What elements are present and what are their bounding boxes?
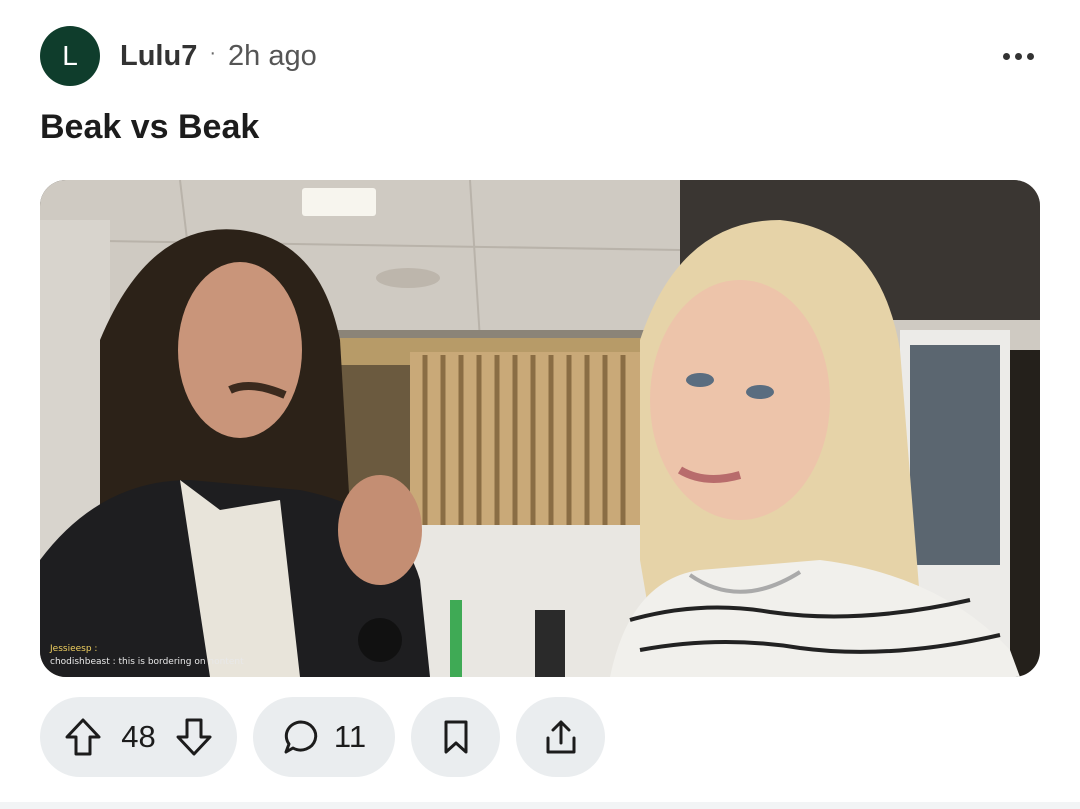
comment-bubble-icon (282, 718, 320, 756)
bookmark-icon (441, 719, 471, 755)
downvote-arrow-icon[interactable] (175, 717, 213, 757)
share-icon (543, 718, 579, 756)
post-time: 2h ago (228, 39, 317, 72)
author-name[interactable]: Lulu7 (120, 40, 197, 73)
comments-button[interactable]: 11 (253, 697, 395, 777)
post-title[interactable]: Beak vs Beak (40, 108, 259, 147)
share-button[interactable] (516, 697, 605, 777)
more-options-icon[interactable] (996, 34, 1040, 78)
post-actions: 48 11 (40, 697, 605, 777)
comment-count: 11 (333, 719, 367, 754)
chat-line: Jessieesp : (50, 644, 98, 654)
post-image[interactable]: Jessieesp : chodishbeast : this is borde… (40, 180, 1040, 677)
post-header: L Lulu7 · 2h ago (40, 26, 1040, 86)
upvote-arrow-icon[interactable] (64, 717, 102, 757)
save-button[interactable] (411, 697, 500, 777)
avatar[interactable]: L (40, 26, 100, 86)
divider (0, 802, 1080, 809)
vote-pill: 48 (40, 697, 237, 777)
separator-dot: · (209, 41, 217, 64)
chat-line: chodishbeast : this is bordering on nont… (50, 657, 244, 667)
photo-illustration (40, 180, 1040, 677)
vote-count: 48 (121, 719, 156, 754)
stream-chat-overlay: Jessieesp : chodishbeast : this is borde… (50, 643, 244, 669)
